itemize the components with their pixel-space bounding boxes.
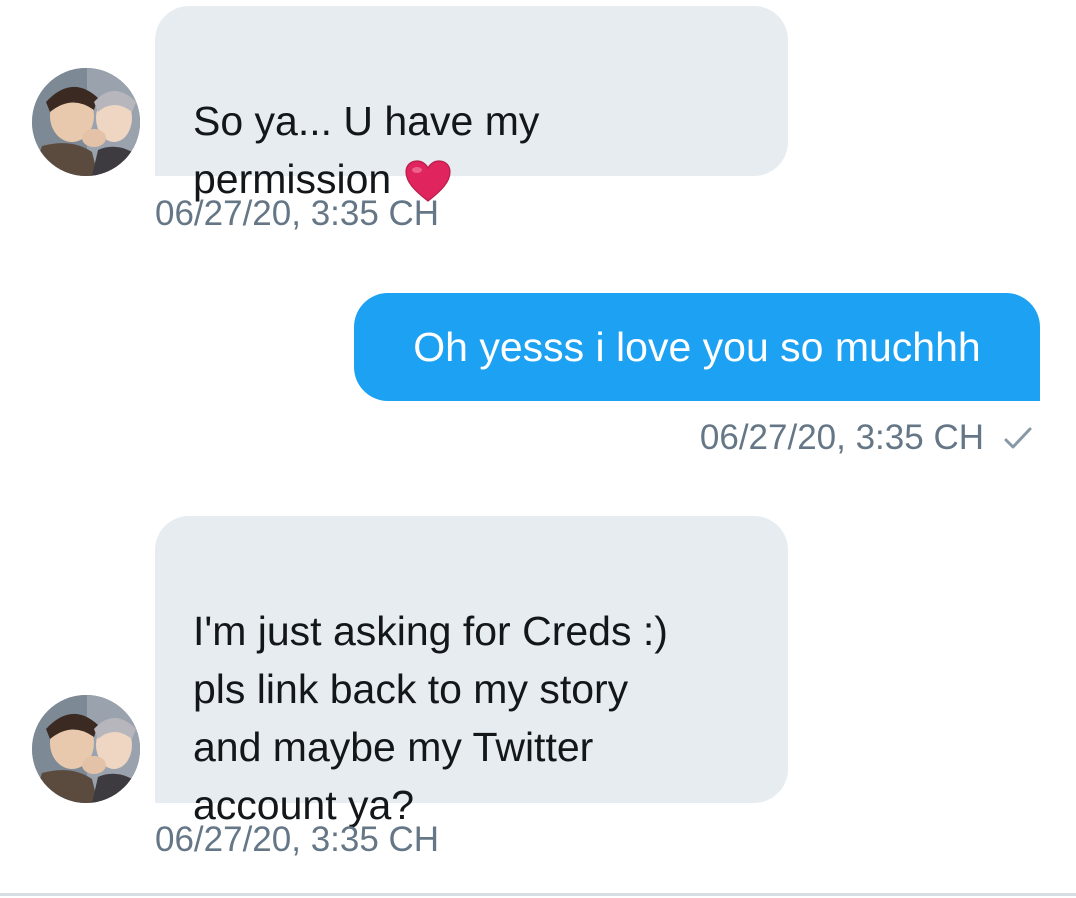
divider — [0, 893, 1076, 896]
sender-avatar[interactable] — [32, 695, 140, 803]
avatar-photo — [32, 695, 140, 803]
sender-avatar[interactable] — [32, 68, 140, 176]
message-text: Oh yesss i love you so muchhh — [413, 324, 981, 370]
message-bubble[interactable]: So ya... U have my permission — [155, 6, 788, 202]
message-text: I'm just asking for Creds :) pls link ba… — [193, 608, 668, 828]
message-bubble[interactable]: I'm just asking for Creds :) pls link ba… — [155, 516, 788, 828]
message-text: So ya... U have my permission — [193, 98, 540, 202]
message-timestamp: 06/27/20, 3:35 CH — [155, 194, 440, 233]
avatar-photo — [32, 68, 140, 176]
sent-check-icon — [1004, 427, 1032, 449]
message-bubble[interactable]: Oh yesss i love you so muchhh — [354, 293, 1040, 401]
message-timestamp: 06/27/20, 3:35 CH — [699, 418, 984, 457]
message-timestamp: 06/27/20, 3:35 CH — [155, 820, 440, 859]
